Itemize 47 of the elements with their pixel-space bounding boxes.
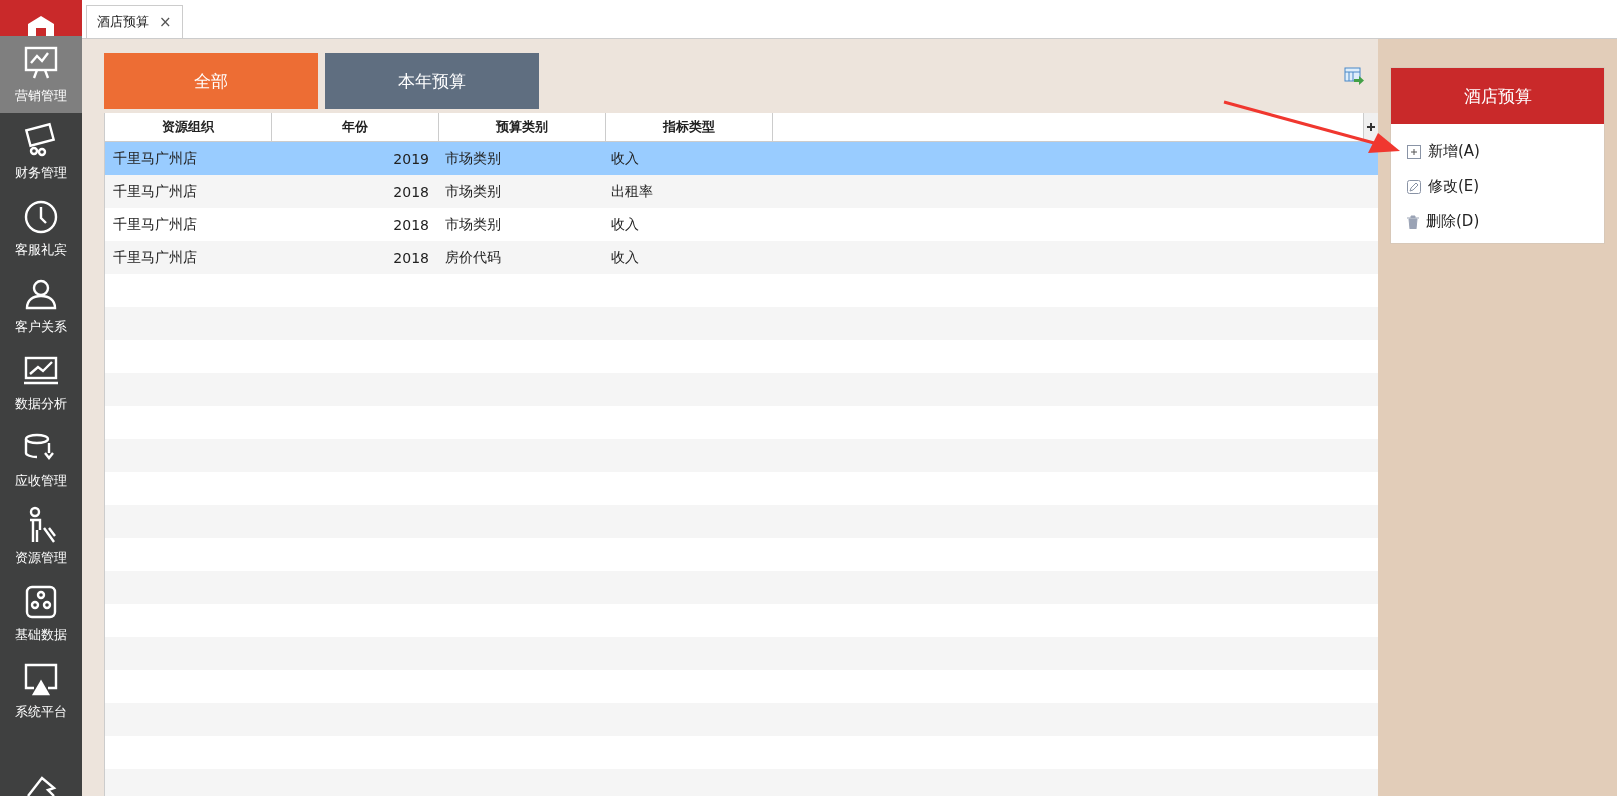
table-cell-text: 市场类别 (444, 149, 502, 168)
house-icon (26, 16, 56, 36)
table-cell-text: 千里马广州店 (112, 215, 198, 234)
table-cell-text: 收入 (610, 215, 640, 234)
column-header[interactable]: 指标类型 (606, 113, 773, 141)
sidebar-item[interactable]: 应收管理 (0, 421, 82, 498)
table-row[interactable]: 千里马广州店 2018 市场类别 收入 (105, 208, 1378, 241)
tab[interactable]: 酒店预算 × (86, 5, 183, 38)
table-cell-text: 2018 (392, 216, 430, 233)
table-cell-text: 千里马广州店 (112, 182, 198, 201)
table-cell-text: 出租率 (610, 182, 654, 201)
column-header[interactable]: 年份 (272, 113, 439, 141)
action-link[interactable]: 修改(E) (1407, 177, 1590, 196)
table-cell-text: 2019 (392, 150, 430, 167)
sidebar-item[interactable]: 资源管理 (0, 498, 82, 575)
table-cell-text: 收入 (610, 248, 640, 267)
sidebar-item[interactable]: 财务管理 (0, 113, 82, 190)
sidebar-item[interactable]: 客服礼宾 (0, 190, 82, 267)
column-header[interactable]: 预算类别 (439, 113, 606, 141)
spreadsheet-export-icon[interactable] (1344, 67, 1364, 85)
sidebar-item[interactable]: 客户关系 (0, 267, 82, 344)
table-cell-text: 市场类别 (444, 182, 502, 201)
edit-icon (1407, 179, 1421, 194)
table-cell-text: 千里马广州店 (112, 248, 198, 267)
sidebar-item[interactable]: 基础数据 (0, 575, 82, 652)
sidebar-item[interactable]: 营销管理 (0, 36, 82, 113)
add-column-button[interactable] (1363, 113, 1378, 141)
filter-button[interactable]: 本年预算 (325, 53, 539, 109)
sidebar-item[interactable]: 数据分析 (0, 344, 82, 421)
table-cell-text: 2018 (392, 183, 430, 200)
sidebar-item[interactable]: 系统平台 (0, 652, 82, 729)
table-cell-text: 2018 (392, 249, 430, 266)
table-cell-text: 房价代码 (444, 248, 502, 267)
table-cell-text: 千里马广州店 (112, 149, 198, 168)
close-icon[interactable]: × (159, 13, 172, 31)
plus-icon (1367, 123, 1375, 131)
add-icon (1407, 144, 1421, 159)
table-cell-text: 收入 (610, 149, 640, 168)
action-link[interactable]: 删除(D) (1407, 212, 1590, 231)
action-link[interactable]: 新增(A) (1407, 142, 1590, 161)
column-header[interactable]: 资源组织 (105, 113, 272, 141)
trash-icon (1407, 214, 1419, 229)
card-title: 酒店预算 (1391, 68, 1604, 124)
table-row[interactable]: 千里马广州店 2019 市场类别 收入 (105, 142, 1378, 175)
clock-icon (22, 198, 60, 236)
home-button[interactable] (0, 0, 82, 36)
table-cell-text: 市场类别 (444, 215, 502, 234)
